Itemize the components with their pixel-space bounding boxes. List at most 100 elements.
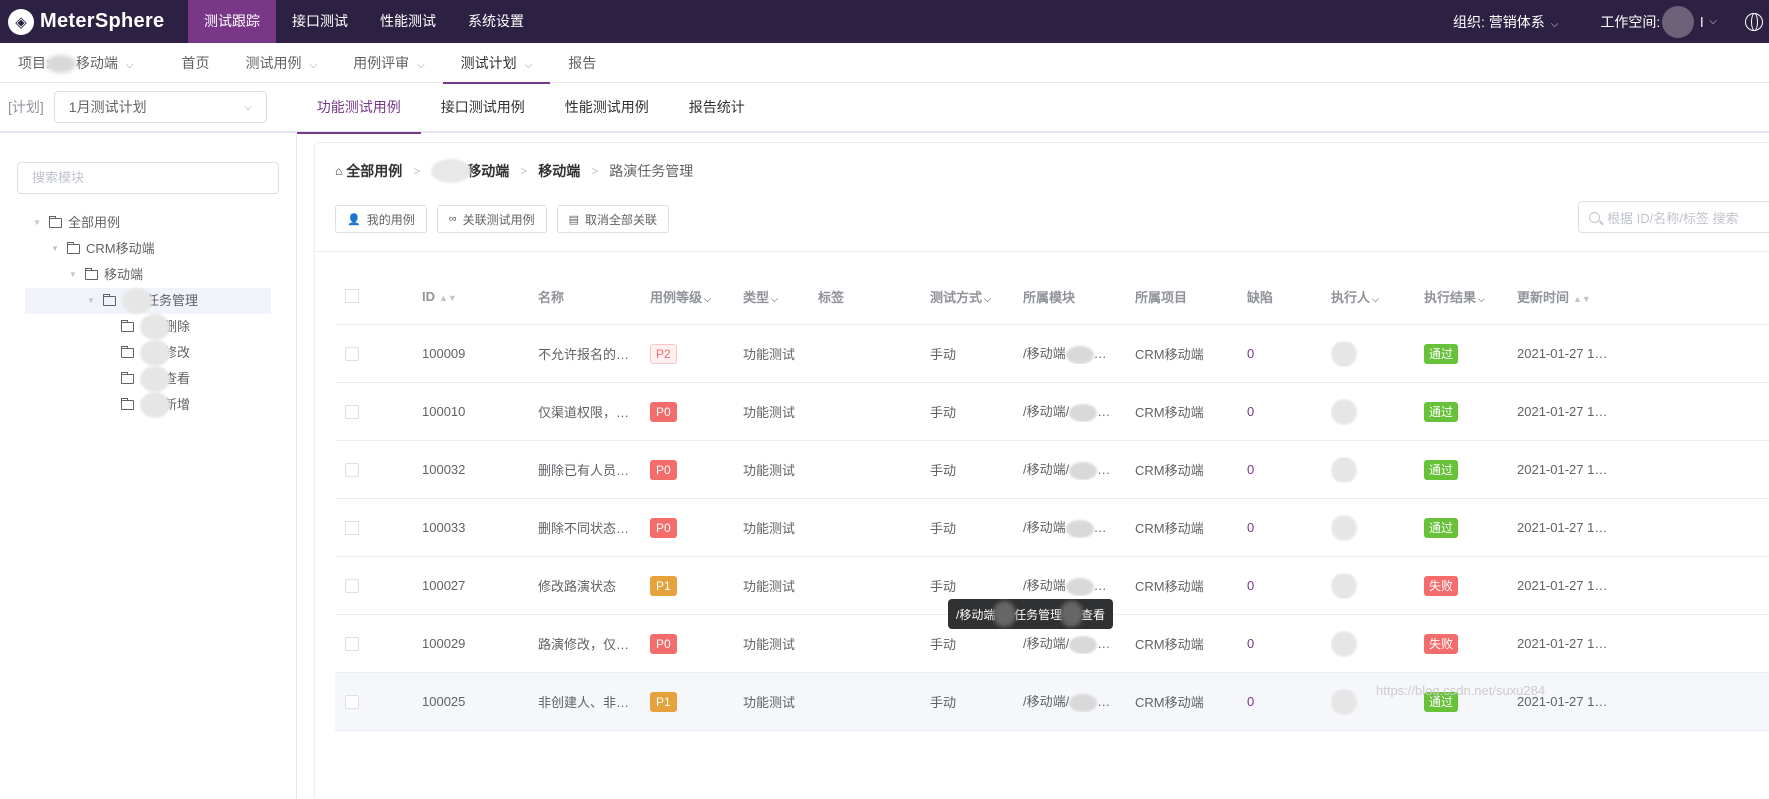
select-all-checkbox[interactable] xyxy=(345,289,359,303)
table-row[interactable]: 100010 仅渠道权限，… P0 功能测试 手动/移动端/… CRM移动端 0 通过 2021… xyxy=(335,383,1769,441)
subnav-case-review[interactable]: 用例评审 ⌵ xyxy=(335,43,443,83)
cell-bug[interactable]: 0 xyxy=(1247,694,1331,709)
blurred-text xyxy=(1065,577,1094,596)
cell-name[interactable]: 删除不同状态… xyxy=(538,518,650,537)
breadcrumb-all[interactable]: 全部用例 xyxy=(346,161,402,181)
caret-down-icon[interactable]: ▼ xyxy=(33,210,43,236)
caret-down-icon[interactable]: ▼ xyxy=(69,262,79,288)
header-updated[interactable]: 更新时间 ▲▼ xyxy=(1517,287,1629,306)
row-checkbox[interactable] xyxy=(345,636,359,651)
cell-bug[interactable]: 0 xyxy=(1247,404,1331,419)
row-checkbox[interactable] xyxy=(345,520,359,535)
row-checkbox[interactable] xyxy=(345,694,359,709)
plan-select-value: 1月测试计划 xyxy=(68,99,147,115)
tree-node-crm[interactable]: ▼ CRM移动端 xyxy=(25,236,271,262)
plan-select[interactable]: 1月测试计划 ⌵ xyxy=(53,91,267,123)
header-method[interactable]: 测试方式 ⌵ xyxy=(930,287,1023,306)
header-id[interactable]: ID ▲▼ xyxy=(422,289,538,304)
header-type[interactable]: 类型 ⌵ xyxy=(743,287,818,306)
my-cases-button[interactable]: 👤 我的用例 xyxy=(335,205,427,233)
subnav-test-plan[interactable]: 测试计划 ⌵ xyxy=(442,43,551,84)
unlink-all-button[interactable]: ▤ 取消全部关联 xyxy=(556,205,669,233)
breadcrumb-mobile[interactable]: 移动端 xyxy=(538,161,580,181)
topnav-api-test[interactable]: 接口测试 xyxy=(276,0,364,43)
tree-node-add[interactable]: 新增 xyxy=(25,392,271,418)
project-selector[interactable]: 项目: 移动端 ⌵ xyxy=(0,43,163,83)
divider xyxy=(315,251,1769,252)
priority-badge: P0 xyxy=(650,633,677,654)
tree-node-road-task[interactable]: ▼ 任务管理 xyxy=(25,288,271,314)
header-executor[interactable]: 执行人 ⌵ xyxy=(1331,287,1424,306)
tab-performance-cases[interactable]: 性能测试用例 xyxy=(545,82,669,132)
tree-node-edit[interactable]: 修改 xyxy=(25,340,271,366)
cell-name[interactable]: 不允许报名的… xyxy=(538,344,650,363)
cell-name[interactable]: 仅渠道权限，… xyxy=(538,402,650,421)
cell-name[interactable]: 删除已有人员… xyxy=(538,460,650,479)
cell-level: P2 xyxy=(650,343,743,364)
module-search-input[interactable]: 搜索模块 xyxy=(17,162,279,194)
chevron-down-icon: ⌵ xyxy=(704,293,711,304)
globe-icon[interactable] xyxy=(1745,12,1763,31)
row-checkbox[interactable] xyxy=(345,578,359,593)
chevron-down-icon: ⌵ xyxy=(1550,18,1559,30)
case-search-placeholder: 根据 ID/名称/标签 搜索 xyxy=(1607,210,1739,226)
blurred-project-name xyxy=(45,54,76,73)
row-select-cell xyxy=(335,520,422,535)
table-row[interactable]: 100032 删除已有人员… P0 功能测试 手动/移动端/… CRM移动端 0 通过 2021… xyxy=(335,441,1769,499)
table-row[interactable]: 100025 非创建人、非… P1 功能测试 手动/移动端/… CRM移动端 0 通过 2021… xyxy=(335,673,1769,731)
topnav-settings[interactable]: 系统设置 xyxy=(452,0,540,43)
row-checkbox[interactable] xyxy=(345,462,359,477)
topnav-test-track[interactable]: 测试跟踪 xyxy=(188,0,276,43)
cell-result: 通过 xyxy=(1424,343,1517,364)
sort-icon[interactable]: ▲▼ xyxy=(439,293,457,303)
tree-node-all[interactable]: ▼ 全部用例 xyxy=(25,210,271,236)
cell-name[interactable]: 非创建人、非… xyxy=(538,692,650,711)
cell-name[interactable]: 路演修改，仅… xyxy=(538,634,650,653)
case-search-input[interactable]: 根据 ID/名称/标签 搜索 xyxy=(1578,201,1769,233)
result-badge: 通过 xyxy=(1424,459,1459,480)
link-cases-button[interactable]: ∞ 关联测试用例 xyxy=(436,205,547,233)
row-checkbox[interactable] xyxy=(345,346,359,361)
caret-down-icon[interactable]: ▼ xyxy=(51,236,61,262)
subnav-report[interactable]: 报告 xyxy=(550,43,614,83)
plan-label: [计划] xyxy=(8,99,44,115)
cell-module: /移动端/… xyxy=(1023,401,1135,422)
folder-icon xyxy=(67,242,80,254)
header-level[interactable]: 用例等级 ⌵ xyxy=(650,287,743,306)
caret-down-icon[interactable]: ▼ xyxy=(87,288,97,314)
subnav-test-cases[interactable]: 测试用例 ⌵ xyxy=(227,43,335,83)
cell-bug[interactable]: 0 xyxy=(1247,346,1331,361)
cell-bug[interactable]: 0 xyxy=(1247,520,1331,535)
row-select-cell xyxy=(335,462,422,477)
logo[interactable]: ◈ MeterSphere xyxy=(0,0,188,43)
tab-functional-cases[interactable]: 功能测试用例 xyxy=(296,82,421,134)
chevron-down-icon: ⌵ xyxy=(984,293,991,304)
tree-node-label: 全部用例 xyxy=(68,215,121,230)
blurred-executor xyxy=(1331,688,1357,715)
topnav-performance-test[interactable]: 性能测试 xyxy=(364,0,452,43)
cell-bug[interactable]: 0 xyxy=(1247,578,1331,593)
tree-node-view[interactable]: 查看 xyxy=(25,366,271,392)
tree-node-delete[interactable]: 删除 xyxy=(25,314,271,340)
cell-level: P0 xyxy=(650,633,743,654)
search-icon xyxy=(1589,211,1600,223)
sort-icon[interactable]: ▲▼ xyxy=(1573,294,1591,304)
workspace-switcher[interactable]: 工作空间: l ⌵ xyxy=(1600,5,1717,38)
table-row[interactable]: 100033 删除不同状态… P0 功能测试 手动/移动端… CRM移动端 0 通过 2021-… xyxy=(335,499,1769,557)
header-result[interactable]: 执行结果 ⌵ xyxy=(1424,287,1517,306)
cell-project: CRM移动端 xyxy=(1135,405,1204,420)
cell-executor xyxy=(1331,514,1424,541)
tab-report-stats[interactable]: 报告统计 xyxy=(669,82,765,132)
cell-bug[interactable]: 0 xyxy=(1247,636,1331,651)
row-checkbox[interactable] xyxy=(345,404,359,419)
tree-node-mobile[interactable]: ▼ 移动端 xyxy=(25,262,271,288)
table-row[interactable]: 100009 不允许报名的… P2 功能测试 手动/移动端… CRM移动端 0 通过 2021-… xyxy=(335,325,1769,383)
tooltip-part3: 查看 xyxy=(1080,607,1105,622)
breadcrumb-crm[interactable]: 移动端 xyxy=(467,161,509,181)
org-switcher[interactable]: 组织: 营销体系 ⌵ xyxy=(1453,12,1558,32)
case-list-panel: ⌂ 全部用例 > 移动端 > 移动端 > 路演任务管理 👤 我的用例 ∞ 关联测试用… xyxy=(314,142,1769,799)
cell-bug[interactable]: 0 xyxy=(1247,462,1331,477)
tab-api-cases[interactable]: 接口测试用例 xyxy=(421,82,545,132)
subnav-home[interactable]: 首页 xyxy=(163,43,227,83)
cell-name[interactable]: 修改路演状态 xyxy=(538,576,650,595)
